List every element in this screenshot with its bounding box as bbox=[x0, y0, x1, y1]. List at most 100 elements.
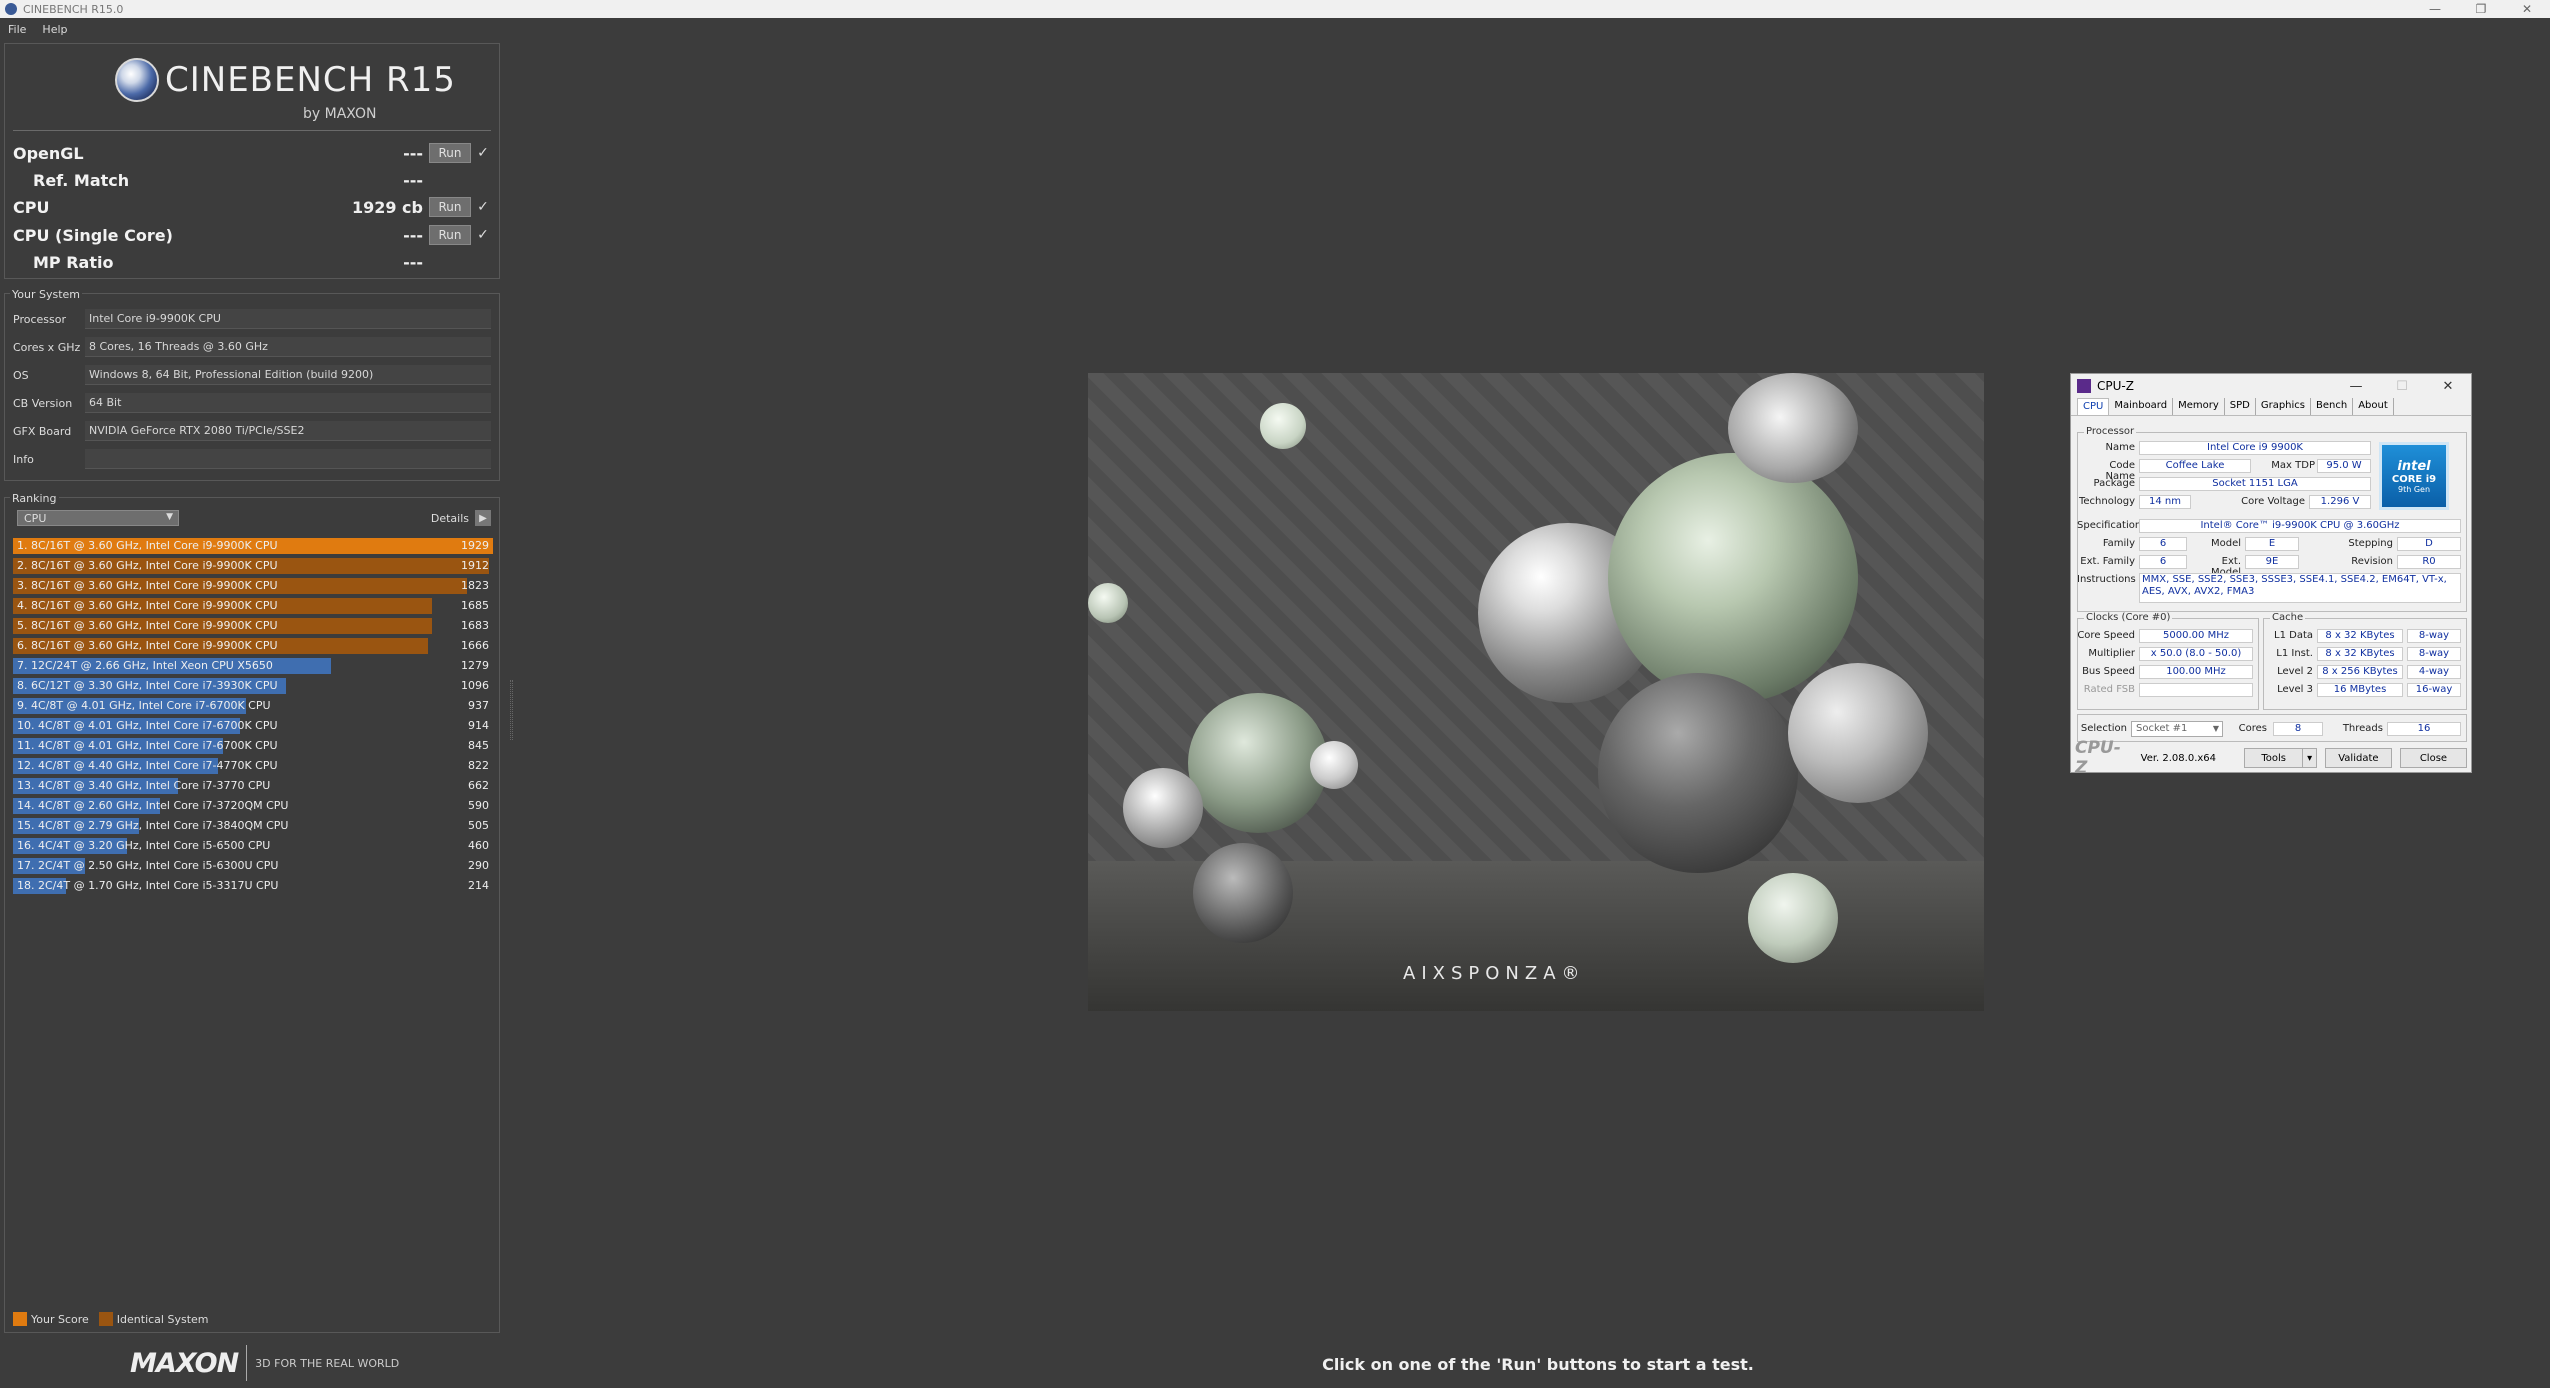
menu-bar: File Help bbox=[0, 18, 2550, 40]
ranking-row[interactable]: 15. 4C/8T @ 2.79 GHz, Intel Core i7-3840… bbox=[13, 816, 493, 836]
ranking-row[interactable]: 2. 8C/16T @ 3.60 GHz, Intel Core i9-9900… bbox=[13, 556, 493, 576]
l1i-label: L1 Inst. bbox=[2276, 648, 2313, 659]
tab-about[interactable]: About bbox=[2353, 398, 2394, 415]
ranking-row-score: 845 bbox=[468, 739, 489, 752]
panel-splitter-handle[interactable] bbox=[510, 680, 513, 740]
ranking-row-label: 16. 4C/4T @ 3.20 GHz, Intel Core i5-6500… bbox=[17, 839, 271, 852]
stepping-value: D bbox=[2397, 537, 2461, 551]
test-name: CPU bbox=[13, 197, 50, 217]
cpuz-title-bar: CPU-Z — ☐ ✕ bbox=[2071, 374, 2471, 398]
ranking-row[interactable]: 14. 4C/8T @ 2.60 GHz, Intel Core i7-3720… bbox=[13, 796, 493, 816]
logo-title: CINEBENCH R15 bbox=[165, 60, 456, 100]
ranking-row-score: 290 bbox=[468, 859, 489, 872]
info-input[interactable] bbox=[85, 449, 491, 469]
ranking-row-label: 1. 8C/16T @ 3.60 GHz, Intel Core i9-9900… bbox=[17, 539, 278, 552]
ranking-row[interactable]: 17. 2C/4T @ 2.50 GHz, Intel Core i5-6300… bbox=[13, 856, 493, 876]
opengl-checkbox[interactable]: ✓ bbox=[475, 145, 491, 161]
busspeed-label: Bus Speed bbox=[2082, 666, 2135, 677]
l1d-label: L1 Data bbox=[2274, 630, 2313, 641]
ranking-row[interactable]: 9. 4C/8T @ 4.01 GHz, Intel Core i7-6700K… bbox=[13, 696, 493, 716]
render-sphere bbox=[1123, 768, 1203, 848]
ranking-row-score: 822 bbox=[468, 759, 489, 772]
cpuz-minimize-icon[interactable]: — bbox=[2333, 379, 2379, 394]
tools-dropdown-icon[interactable]: ▾ bbox=[2303, 748, 2317, 768]
close-icon[interactable]: ✕ bbox=[2504, 0, 2550, 18]
ranking-category-dropdown[interactable]: CPU ▼ bbox=[17, 510, 179, 526]
tab-graphics[interactable]: Graphics bbox=[2256, 398, 2312, 415]
socket-select[interactable]: Socket #1 ▼ bbox=[2131, 721, 2223, 737]
cores-label: Cores bbox=[2238, 723, 2267, 734]
cpuz-close-icon[interactable]: ✕ bbox=[2425, 379, 2471, 394]
menu-file[interactable]: File bbox=[0, 23, 34, 36]
ranking-row[interactable]: 6. 8C/16T @ 3.60 GHz, Intel Core i9-9900… bbox=[13, 636, 493, 656]
ranking-row-label: 4. 8C/16T @ 3.60 GHz, Intel Core i9-9900… bbox=[17, 599, 278, 612]
system-row-value: NVIDIA GeForce RTX 2080 Ti/PCIe/SSE2 bbox=[85, 421, 491, 441]
ranking-row-score: 1912 bbox=[461, 559, 489, 572]
ranking-row[interactable]: 1. 8C/16T @ 3.60 GHz, Intel Core i9-9900… bbox=[13, 536, 493, 556]
system-row-label: OS bbox=[13, 368, 29, 382]
system-row-label: Info bbox=[13, 452, 34, 466]
cpu-run-button[interactable]: Run bbox=[429, 197, 471, 217]
ranking-row[interactable]: 16. 4C/4T @ 3.20 GHz, Intel Core i5-6500… bbox=[13, 836, 493, 856]
socket-select-value: Socket #1 bbox=[2136, 723, 2188, 734]
cpuz-version: Ver. 2.08.0.x64 bbox=[2140, 752, 2217, 764]
cpu-single-checkbox[interactable]: ✓ bbox=[475, 227, 491, 243]
chevron-down-icon: ▼ bbox=[2212, 724, 2219, 733]
ranking-row[interactable]: 12. 4C/8T @ 4.40 GHz, Intel Core i7-4770… bbox=[13, 756, 493, 776]
ranking-row-label: 14. 4C/8T @ 2.60 GHz, Intel Core i7-3720… bbox=[17, 799, 289, 812]
close-button[interactable]: Close bbox=[2399, 748, 2467, 768]
ranking-row[interactable]: 13. 4C/8T @ 3.40 GHz, Intel Core i7-3770… bbox=[13, 776, 493, 796]
family-label: Family bbox=[2102, 538, 2135, 549]
ranking-row[interactable]: 8. 6C/12T @ 3.30 GHz, Intel Core i7-3930… bbox=[13, 676, 493, 696]
cinebench-globe-icon bbox=[115, 58, 159, 102]
tools-button[interactable]: Tools bbox=[2243, 748, 2304, 768]
title-bar: CINEBENCH R15.0 — ❐ ✕ bbox=[0, 0, 2550, 18]
details-label: Details bbox=[430, 511, 469, 525]
ranking-label: Ranking bbox=[10, 492, 59, 505]
ranking-row[interactable]: 18. 2C/4T @ 1.70 GHz, Intel Core i5-3317… bbox=[13, 876, 493, 896]
extfamily-label: Ext. Family bbox=[2080, 556, 2135, 567]
ranking-row-score: 914 bbox=[468, 719, 489, 732]
cinebench-logo: CINEBENCH R15 by MAXON bbox=[115, 58, 456, 122]
tab-cpu[interactable]: CPU bbox=[2077, 398, 2110, 415]
ranking-row[interactable]: 4. 8C/16T @ 3.60 GHz, Intel Core i9-9900… bbox=[13, 596, 493, 616]
revision-value: R0 bbox=[2397, 555, 2461, 569]
menu-help[interactable]: Help bbox=[34, 23, 75, 36]
cpu-checkbox[interactable]: ✓ bbox=[475, 199, 491, 215]
tab-memory[interactable]: Memory bbox=[2173, 398, 2225, 415]
logo-divider bbox=[13, 130, 491, 131]
cpuz-window: CPU-Z — ☐ ✕ CPU Mainboard Memory SPD Gra… bbox=[2070, 373, 2472, 778]
model-value: E bbox=[2245, 537, 2299, 551]
test-mp-ratio: MP Ratio --- bbox=[13, 249, 491, 275]
l1i-value: 8 x 32 KBytes bbox=[2317, 647, 2403, 661]
tab-mainboard[interactable]: Mainboard bbox=[2109, 398, 2174, 415]
ratedfsb-label: Rated FSB bbox=[2083, 684, 2135, 695]
intel-line: CORE i9 bbox=[2391, 473, 2437, 485]
opengl-run-button[interactable]: Run bbox=[429, 143, 471, 163]
l3-way: 16-way bbox=[2407, 683, 2461, 697]
ranking-row[interactable]: 3. 8C/16T @ 3.60 GHz, Intel Core i9-9900… bbox=[13, 576, 493, 596]
cpu-single-run-button[interactable]: Run bbox=[429, 225, 471, 245]
dropdown-value: CPU bbox=[24, 511, 47, 525]
validate-button[interactable]: Validate bbox=[2324, 748, 2392, 768]
ranking-row[interactable]: 7. 12C/24T @ 2.66 GHz, Intel Xeon CPU X5… bbox=[13, 656, 493, 676]
cpuz-title: CPU-Z bbox=[2097, 379, 2134, 393]
details-button[interactable]: Details ▶ bbox=[431, 510, 491, 526]
l1d-value: 8 x 32 KBytes bbox=[2317, 629, 2403, 643]
l2-value: 8 x 256 KBytes bbox=[2317, 665, 2403, 679]
maximize-icon[interactable]: ❐ bbox=[2458, 0, 2504, 18]
test-cpu: CPU 1929 cb Run ✓ bbox=[13, 194, 491, 220]
ranking-row[interactable]: 11. 4C/8T @ 4.01 GHz, Intel Core i7-6700… bbox=[13, 736, 493, 756]
tab-spd[interactable]: SPD bbox=[2225, 398, 2256, 415]
render-sphere bbox=[1088, 583, 1128, 623]
tab-bench[interactable]: Bench bbox=[2311, 398, 2354, 415]
minimize-icon[interactable]: — bbox=[2412, 0, 2458, 18]
ranking-row-score: 505 bbox=[468, 819, 489, 832]
render-sphere bbox=[1193, 843, 1293, 943]
test-opengl: OpenGL --- Run ✓ bbox=[13, 140, 491, 166]
system-row-info: Info bbox=[13, 448, 491, 470]
render-sphere bbox=[1748, 873, 1838, 963]
ranking-row[interactable]: 10. 4C/8T @ 4.01 GHz, Intel Core i7-6700… bbox=[13, 716, 493, 736]
system-row-label: Processor bbox=[13, 312, 66, 326]
ranking-row[interactable]: 5. 8C/16T @ 3.60 GHz, Intel Core i9-9900… bbox=[13, 616, 493, 636]
